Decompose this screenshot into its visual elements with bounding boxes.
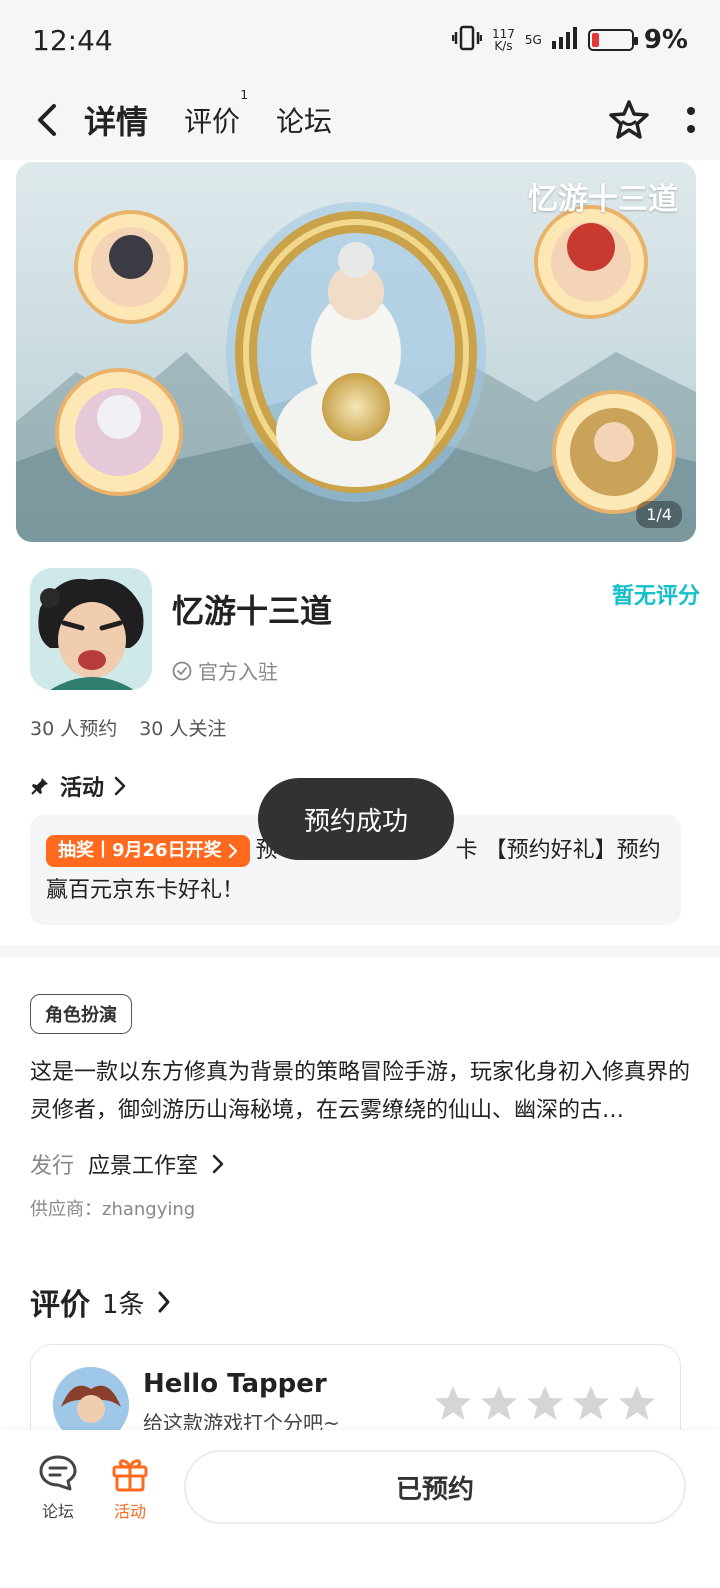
chevron-right-icon	[212, 1154, 224, 1174]
supplier: 供应商：zhangying	[30, 1199, 196, 1220]
chevron-right-icon	[158, 1291, 170, 1313]
official-badge: 官方入驻	[172, 656, 278, 685]
tab-label: 论坛	[276, 105, 333, 138]
bottom-activity-button[interactable]: 活动	[100, 1454, 160, 1522]
activity-text-mid: 卡 【预约好礼】预约	[455, 838, 661, 863]
reserved-button[interactable]: 已预约	[184, 1450, 686, 1524]
more-button[interactable]	[686, 105, 696, 135]
banner-game-title: 忆游十三道	[528, 182, 678, 217]
bottom-activity-label: 活动	[113, 1502, 146, 1521]
publisher-label: 发行	[30, 1154, 75, 1179]
top-nav: 详情 评价 1 论坛	[0, 80, 720, 160]
battery-fill	[591, 33, 599, 47]
follow-count: 30 人关注	[139, 718, 227, 740]
signal-icon	[551, 27, 578, 53]
chevron-left-icon	[38, 104, 56, 136]
activity-text-line2: 赢百元京东卡好礼！	[46, 878, 245, 903]
genre-tag[interactable]: 角色扮演	[30, 994, 132, 1034]
pin-icon	[31, 778, 48, 795]
publisher-value: 应景工作室	[88, 1154, 199, 1179]
reviews-section-header[interactable]: 评价 1条	[30, 1280, 171, 1324]
status-icons: 117 K/s 5G 9%	[451, 25, 688, 55]
check-circle-icon	[172, 661, 192, 680]
favorite-button[interactable]	[608, 99, 650, 141]
more-vertical-icon	[687, 107, 695, 133]
reserve-count: 30 人预约	[30, 718, 118, 740]
chevron-right-icon	[114, 776, 126, 796]
publisher-row[interactable]: 发行 应景工作室	[30, 1148, 224, 1180]
activity-section-header[interactable]: 活动	[30, 770, 126, 802]
status-bar: 12:44 117 K/s 5G 9%	[0, 0, 720, 80]
net-speed: 117 K/s	[492, 27, 515, 53]
app-detail-page: 12:44 117 K/s 5G 9% 详情 评价 1 论坛 忆游十三道 1/4…	[0, 0, 720, 1588]
banner-page-indicator: 1/4	[636, 501, 682, 528]
tab-details[interactable]: 详情	[82, 97, 151, 143]
banner-artwork	[16, 162, 696, 542]
star-icon[interactable]	[480, 1385, 518, 1421]
bottom-forum-button[interactable]: 论坛	[28, 1454, 88, 1522]
tab-forum[interactable]: 论坛	[276, 100, 332, 140]
back-button[interactable]	[24, 97, 70, 143]
tab-label: 详情	[84, 103, 149, 141]
reviewer-name: Hello Tapper	[143, 1369, 327, 1399]
chevron-right-icon	[228, 843, 237, 859]
lottery-tag-label: 抽奖丨9月26日开奖	[58, 840, 222, 861]
star-icon[interactable]	[572, 1385, 610, 1421]
app-icon	[30, 568, 152, 690]
status-time: 12:44	[32, 23, 113, 57]
bottom-forum-label: 论坛	[41, 1502, 74, 1521]
toast: 预约成功	[258, 778, 454, 860]
battery-percent: 9%	[643, 25, 688, 55]
banner-carousel[interactable]: 忆游十三道 1/4	[16, 162, 696, 542]
official-label: 官方入驻	[198, 660, 278, 684]
app-stats: 30 人预约 30 人关注	[30, 714, 226, 741]
game-description[interactable]: 这是一款以东方修真为背景的策略冒险手游，玩家化身初入修真界的灵修者，御剑游历山海…	[30, 1054, 690, 1130]
activity-heading: 活动	[60, 776, 105, 801]
section-divider	[0, 945, 720, 957]
bottom-action-bar: 论坛 活动 已预约	[0, 1430, 720, 1588]
lottery-tag[interactable]: 抽奖丨9月26日开奖	[46, 835, 250, 867]
chat-bubble-icon	[39, 1455, 77, 1491]
rating-status: 暂无评分	[611, 584, 700, 609]
tab-reviews[interactable]: 评价 1	[184, 88, 248, 140]
vibrate-icon	[451, 25, 483, 55]
star-icon[interactable]	[618, 1385, 656, 1421]
battery-icon	[587, 29, 638, 51]
app-icon-artwork	[30, 568, 152, 690]
rating-stars	[434, 1385, 656, 1421]
reviews-count: 1条	[102, 1289, 145, 1320]
review-count-badge: 1	[240, 88, 249, 102]
nav-actions	[608, 99, 696, 141]
network-type: 5G	[524, 33, 542, 47]
app-title: 忆游十三道	[172, 592, 333, 630]
tab-label: 评价	[184, 105, 241, 138]
app-info: 忆游十三道 官方入驻 暂无评分	[30, 568, 700, 698]
star-icon[interactable]	[526, 1385, 564, 1421]
star-icon[interactable]	[434, 1385, 472, 1421]
gift-icon	[112, 1459, 148, 1492]
reviews-title: 评价	[30, 1288, 90, 1323]
star-outline-icon	[609, 100, 649, 139]
